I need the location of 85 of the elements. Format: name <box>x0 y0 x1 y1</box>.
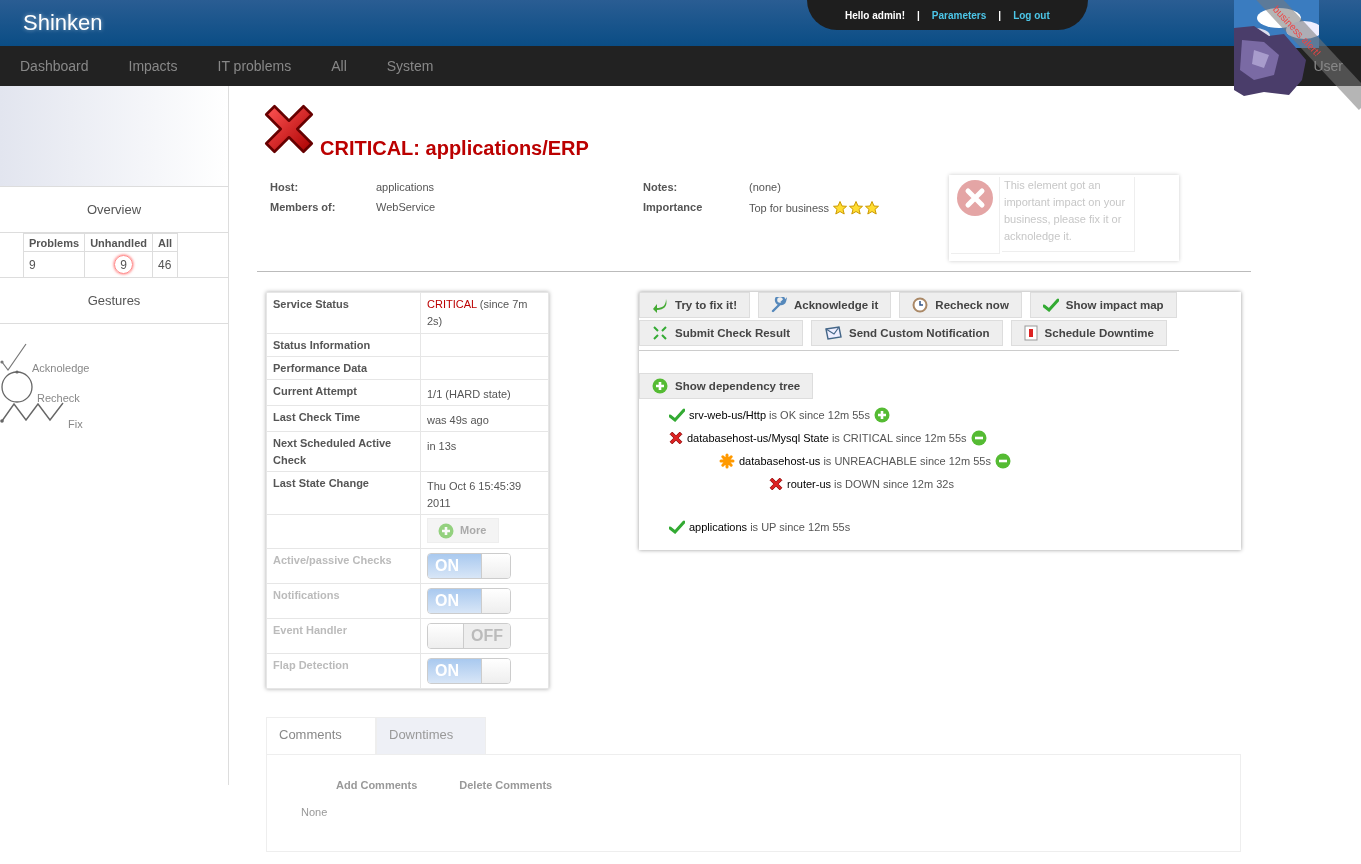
comment-link[interactable]: Delete Comments <box>459 779 553 791</box>
dependency-text: srv-web-us/Http is OK since 12m 55s <box>689 409 870 421</box>
row-value: Thu Oct 6 15:45:39 2011 <box>427 480 522 509</box>
app-title: Shinken <box>23 10 104 36</box>
collapse-icon[interactable] <box>970 430 987 446</box>
wrench-icon <box>771 297 787 313</box>
separator-text: | <box>998 9 1002 21</box>
header-link[interactable]: Parameters <box>931 9 987 21</box>
column-header: Unhandled <box>84 233 153 252</box>
field-value: (none) <box>749 181 782 193</box>
action-button[interactable]: Acknowledge it <box>758 292 892 318</box>
column-header: All <box>152 233 178 252</box>
zigzag-gesture-icon <box>0 400 66 424</box>
row-value: in 13s <box>427 440 457 452</box>
gesture-label: Recheck <box>37 392 80 404</box>
clock-icon <box>912 297 929 313</box>
dependency-text: databasehost-us/Mysql State is CRITICAL since 12m 55s <box>687 432 967 444</box>
row-label: Current Attempt <box>273 385 357 397</box>
plus-icon <box>438 522 454 539</box>
page-title: CRITICAL: applications/ERP <box>320 137 589 160</box>
gesture-label: Acknoledge <box>32 362 90 374</box>
row-label: Notifications <box>273 589 340 601</box>
envelope-icon <box>824 325 843 341</box>
star-icon <box>833 201 848 215</box>
field-label: Notes: <box>643 181 679 193</box>
nav-item[interactable]: System <box>366 58 454 74</box>
row-value: was 49s ago <box>427 414 489 426</box>
header-link[interactable]: Log out <box>1013 9 1050 21</box>
nav-item[interactable]: Dashboard <box>0 58 109 74</box>
row-label: Next Scheduled Active Check <box>273 437 392 466</box>
dependency-text: router-us is DOWN since 12m 32s <box>787 478 954 490</box>
field-value: Top for business <box>749 202 830 214</box>
check-icon <box>669 408 685 422</box>
greeting-text: Hello admin! <box>845 9 905 21</box>
dependency-text: databasehost-us is UNREACHABLE since 12m 55s <box>739 455 991 467</box>
field-label: Importance <box>643 201 704 215</box>
collapse-icon[interactable] <box>994 453 1011 469</box>
asterisk-icon <box>719 453 735 469</box>
cross-icon <box>956 179 994 217</box>
column-header: Problems <box>23 233 85 252</box>
gesture-label: Fix <box>68 418 83 430</box>
tab[interactable]: Downtimes <box>376 717 486 754</box>
separator-text: | <box>917 9 920 21</box>
empty-text: None <box>301 806 328 818</box>
action-button[interactable]: Show impact map <box>1029 292 1177 318</box>
field-label: Members of: <box>270 201 337 215</box>
nav-item[interactable]: IT problems <box>197 58 312 74</box>
arrows-icon <box>652 325 668 341</box>
check-icon <box>1042 298 1059 312</box>
row-label: Service Status <box>273 298 349 310</box>
row-label: Status Information <box>273 339 371 351</box>
action-button[interactable]: Schedule Downtime <box>1010 320 1167 346</box>
cross-icon <box>769 477 783 491</box>
check-icon <box>669 520 685 534</box>
plus-icon <box>652 378 668 394</box>
star-icon <box>865 201 880 215</box>
row-label: Active/passive Checks <box>273 554 392 566</box>
expand-icon[interactable] <box>873 407 890 423</box>
cross-icon <box>669 431 683 445</box>
nav-item[interactable]: All <box>311 58 367 74</box>
section-title: Gestures <box>87 293 141 308</box>
status-value: CRITICAL (since 7m 2s) <box>427 298 528 327</box>
count-text: 9 <box>29 257 36 272</box>
document-icon <box>1023 325 1038 341</box>
action-button[interactable]: Send Custom Notification <box>811 320 1003 346</box>
action-button[interactable]: Try to fix it! <box>639 292 750 318</box>
section-title: Overview <box>86 202 142 217</box>
tab[interactable]: Comments <box>266 717 376 754</box>
row-label: Last State Change <box>273 477 369 489</box>
row-label: Performance Data <box>273 362 368 374</box>
comment-link[interactable]: Add Comments <box>336 779 418 791</box>
dependency-button[interactable]: Show dependency tree <box>639 373 814 399</box>
field-value: applications <box>376 181 436 193</box>
row-value: 1/1 (HARD state) <box>427 388 511 400</box>
nav-item[interactable]: Impacts <box>108 58 198 74</box>
dependency-text: applications is UP since 12m 55s <box>689 521 851 533</box>
row-label: Last Check Time <box>273 411 361 423</box>
field-label: Host: <box>270 181 300 193</box>
action-button[interactable]: Submit Check Result <box>639 320 804 346</box>
star-icon <box>849 201 864 215</box>
row-label: Event Handler <box>273 624 347 636</box>
row-label: Flap Detection <box>273 659 349 671</box>
field-value: WebService <box>376 201 437 215</box>
count-text: 46 <box>158 257 172 272</box>
action-button[interactable]: Recheck now <box>899 292 1022 318</box>
